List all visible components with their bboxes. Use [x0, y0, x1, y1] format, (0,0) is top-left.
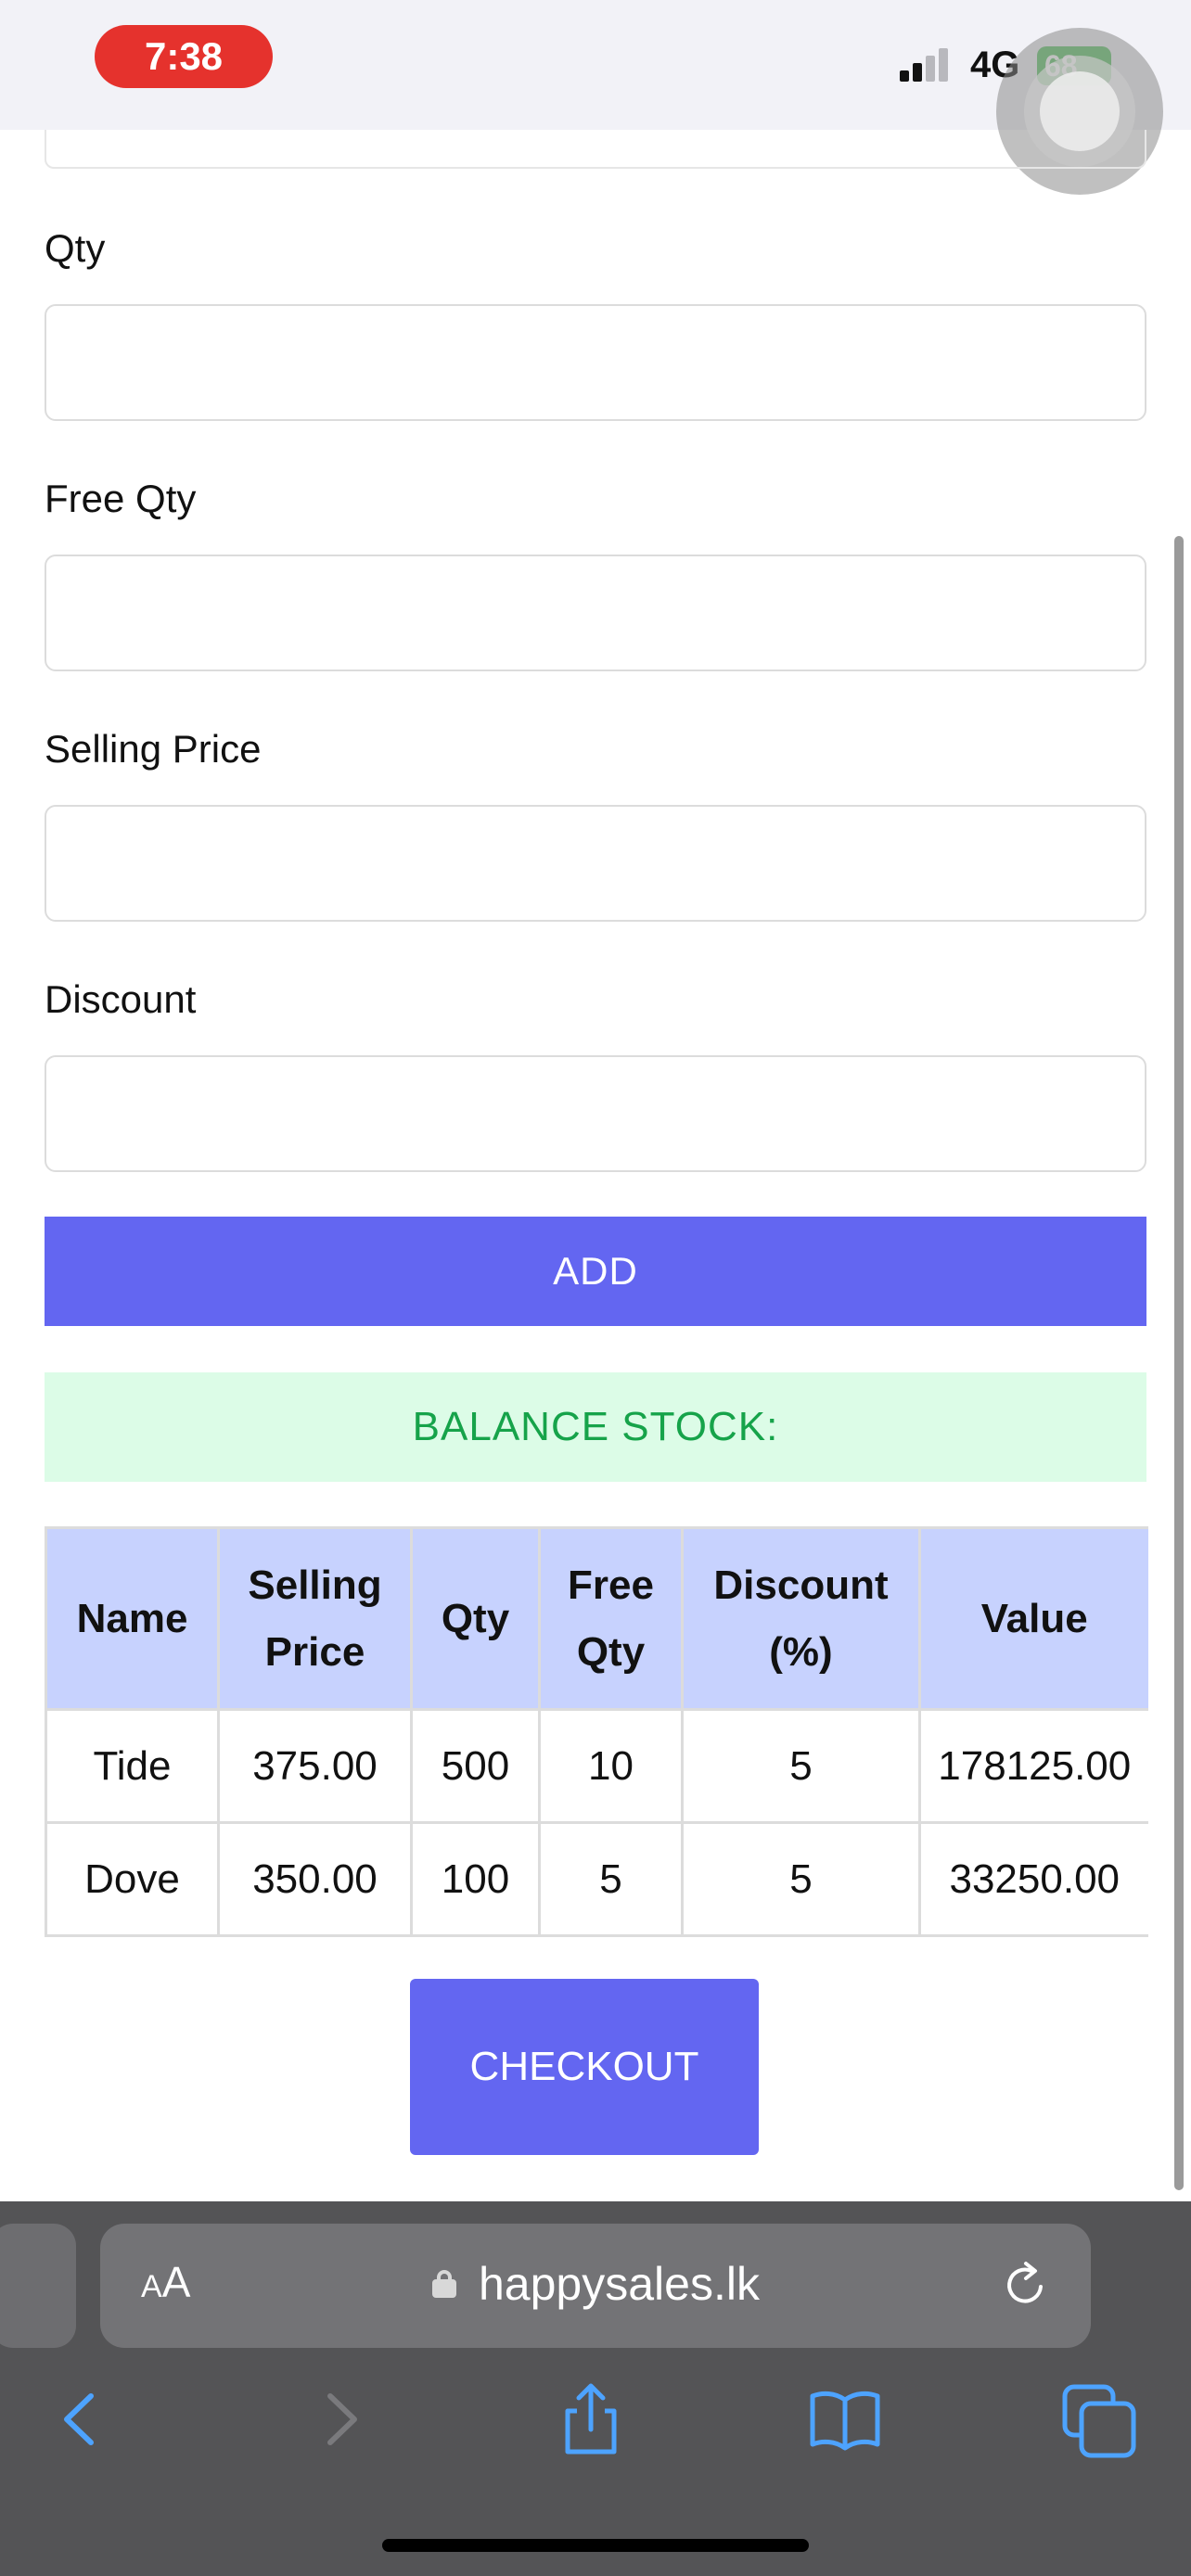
cell-qty: 100 [410, 1821, 541, 1937]
cell-free-qty: 5 [538, 1821, 684, 1937]
previous-input-field[interactable] [45, 130, 1146, 169]
previous-tab-preview[interactable] [0, 2224, 76, 2348]
header-discount: Discount (%) [681, 1526, 921, 1711]
header-value: Value [918, 1526, 1148, 1711]
table-header-row: Name Selling Price Qty Free Qty Discount… [45, 1526, 1148, 1711]
reader-settings-button[interactable]: AA [141, 2257, 190, 2307]
signal-icon [900, 48, 955, 82]
add-button[interactable]: ADD [45, 1217, 1146, 1326]
url-text: happysales.lk [479, 2258, 760, 2310]
cell-name: Dove [45, 1821, 220, 1937]
share-icon[interactable] [549, 2378, 633, 2461]
selling-price-label: Selling Price [45, 727, 262, 771]
browser-toolbar: AA happysales.lk [0, 2201, 1191, 2576]
table-row: Dove 350.00 100 5 5 33250.00 [45, 1821, 1148, 1937]
cell-value: 33250.00 [918, 1821, 1148, 1937]
selling-price-input[interactable] [45, 805, 1146, 922]
cell-discount: 5 [681, 1708, 921, 1824]
cell-name: Tide [45, 1708, 220, 1824]
qty-input[interactable] [45, 304, 1146, 421]
checkout-button[interactable]: CHECKOUT [410, 1979, 759, 2155]
home-indicator[interactable] [382, 2539, 809, 2552]
header-selling-price: Selling Price [217, 1526, 413, 1711]
header-name: Name [45, 1526, 220, 1711]
cell-selling-price: 350.00 [217, 1821, 413, 1937]
table-row: Tide 375.00 500 10 5 178125.00 [45, 1708, 1148, 1824]
header-free-qty: Free Qty [538, 1526, 684, 1711]
discount-input[interactable] [45, 1055, 1146, 1172]
cell-qty: 500 [410, 1708, 541, 1824]
items-table: Name Selling Price Qty Free Qty Discount… [45, 1526, 1148, 1937]
cell-free-qty: 10 [538, 1708, 684, 1824]
cell-discount: 5 [681, 1821, 921, 1937]
balance-stock-banner: BALANCE STOCK: [45, 1372, 1146, 1482]
lock-icon [432, 2270, 456, 2298]
page-scrollbar[interactable] [1174, 536, 1184, 2190]
status-time: 7:38 [95, 25, 273, 88]
back-icon[interactable] [39, 2378, 122, 2461]
bookmarks-icon[interactable] [803, 2378, 887, 2461]
cell-value: 178125.00 [918, 1708, 1148, 1824]
cell-selling-price: 375.00 [217, 1708, 413, 1824]
tabs-icon[interactable] [1057, 2378, 1141, 2461]
discount-label: Discount [45, 977, 197, 1021]
reload-icon[interactable] [1000, 2259, 1052, 2311]
free-qty-label: Free Qty [45, 477, 197, 520]
qty-label: Qty [45, 226, 106, 270]
address-bar[interactable]: AA happysales.lk [100, 2224, 1091, 2348]
assistive-touch-button[interactable] [996, 28, 1163, 195]
free-qty-input[interactable] [45, 555, 1146, 671]
forward-icon [327, 2393, 357, 2445]
header-qty: Qty [410, 1526, 541, 1711]
